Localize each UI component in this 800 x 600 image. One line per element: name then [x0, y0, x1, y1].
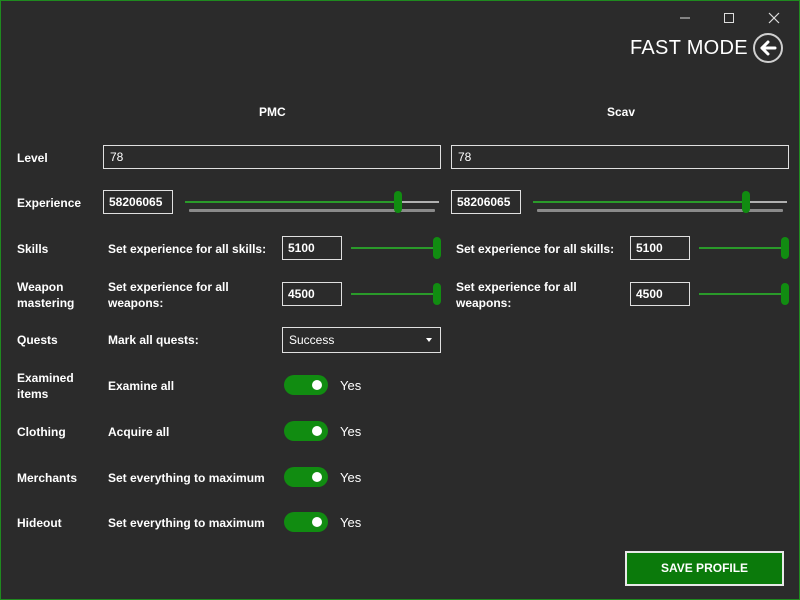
examine-all-toggle[interactable] [284, 375, 328, 395]
minimize-icon [680, 17, 690, 19]
scav-weapons-slider[interactable] [699, 282, 789, 306]
slider-thumb[interactable] [742, 191, 750, 213]
skills-label: Skills [17, 242, 49, 256]
scav-experience-slider[interactable] [533, 190, 787, 214]
slider-track [398, 201, 439, 203]
maximize-button[interactable] [707, 5, 751, 31]
scav-column-header: Scav [607, 105, 636, 119]
slider-thumb[interactable] [781, 283, 789, 305]
experience-label: Experience [17, 196, 82, 210]
slider-thumb[interactable] [394, 191, 402, 213]
merchants-max-label: Set everything to maximum [108, 471, 265, 485]
toggle-knob [312, 517, 322, 527]
app-window: FAST MODE PMC Scav Level Experience Skil… [0, 0, 800, 600]
pmc-experience-slider[interactable] [185, 190, 439, 214]
quests-status-value: Success [289, 333, 335, 347]
pmc-experience-input[interactable]: 58206065 [103, 190, 173, 214]
arrow-left-icon [760, 40, 777, 56]
weapon-mastering-label-line1: Weapon [17, 280, 64, 294]
slider-thumb[interactable] [781, 237, 789, 259]
pmc-weapons-label-line2: weapons: [108, 296, 164, 310]
merchants-max-toggle-text: Yes [340, 470, 362, 485]
scav-weapons-input[interactable]: 4500 [630, 282, 690, 306]
examined-items-label-line1: Examined [17, 371, 74, 385]
level-label: Level [17, 151, 48, 165]
pmc-weapons-input[interactable]: 4500 [282, 282, 342, 306]
slider-track-fill [185, 201, 398, 203]
pmc-column-header: PMC [259, 105, 286, 119]
scav-skills-slider[interactable] [699, 236, 789, 260]
minimize-button[interactable] [663, 5, 707, 31]
close-button[interactable] [752, 5, 796, 31]
pmc-quests-label: Mark all quests: [108, 333, 199, 347]
weapon-mastering-label-line2: mastering [17, 296, 75, 310]
pmc-weapons-label-line1: Set experience for all [108, 280, 229, 294]
scav-experience-input[interactable]: 58206065 [451, 190, 521, 214]
pmc-weapons-slider[interactable] [351, 282, 441, 306]
clothing-label: Clothing [17, 425, 66, 439]
toggle-knob [312, 380, 322, 390]
quests-status-select[interactable]: Success [282, 327, 441, 353]
slider-thumb[interactable] [433, 237, 441, 259]
toggle-knob [312, 472, 322, 482]
hideout-max-toggle-text: Yes [340, 515, 362, 530]
acquire-all-toggle-text: Yes [340, 424, 362, 439]
slider-track-fill [533, 201, 746, 203]
hideout-max-label: Set everything to maximum [108, 516, 265, 530]
examined-items-label-line2: items [17, 387, 49, 401]
slider-track-fill [699, 293, 785, 295]
slider-track-fill [351, 247, 437, 249]
back-button[interactable] [753, 33, 783, 63]
scav-skills-input[interactable]: 5100 [630, 236, 690, 260]
scav-weapons-label-line2: weapons: [456, 296, 512, 310]
hideout-max-toggle[interactable] [284, 512, 328, 532]
close-icon [768, 12, 780, 24]
acquire-all-toggle[interactable] [284, 421, 328, 441]
maximize-icon [724, 13, 734, 23]
pmc-skills-input[interactable]: 5100 [282, 236, 342, 260]
examine-all-label: Examine all [108, 379, 175, 393]
scav-skills-label: Set experience for all skills: [456, 242, 615, 256]
save-profile-button[interactable]: SAVE PROFILE [625, 551, 784, 586]
toggle-knob [312, 426, 322, 436]
scav-level-input[interactable]: 78 [451, 145, 789, 169]
slider-track-fill [351, 293, 437, 295]
quests-label: Quests [17, 333, 58, 347]
slider-thumb[interactable] [433, 283, 441, 305]
slider-track [746, 201, 787, 203]
pmc-skills-slider[interactable] [351, 236, 441, 260]
scav-weapons-label-line1: Set experience for all [456, 280, 577, 294]
page-title: FAST MODE [630, 37, 748, 59]
examine-all-toggle-text: Yes [340, 378, 362, 393]
chevron-down-icon [426, 338, 432, 342]
pmc-level-input[interactable]: 78 [103, 145, 441, 169]
acquire-all-label: Acquire all [108, 425, 170, 439]
slider-track-fill [699, 247, 785, 249]
merchants-label: Merchants [17, 471, 78, 485]
pmc-skills-label: Set experience for all skills: [108, 242, 267, 256]
merchants-max-toggle[interactable] [284, 467, 328, 487]
hideout-label: Hideout [17, 516, 62, 530]
